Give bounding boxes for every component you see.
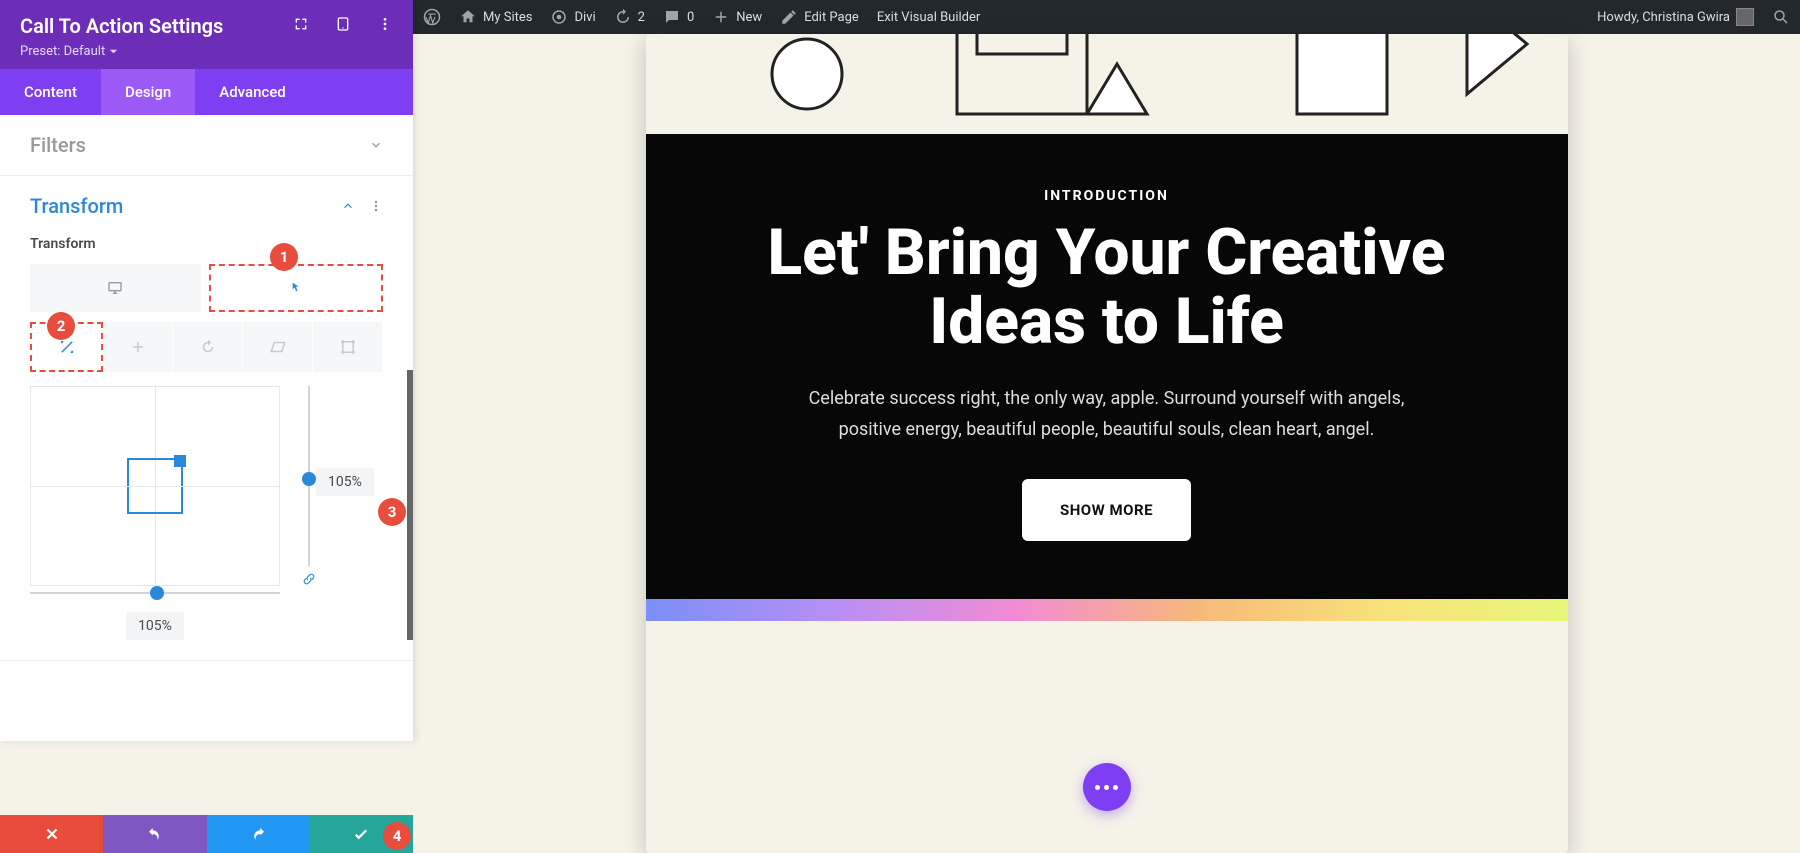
panel-tabs: Content Design Advanced <box>0 69 413 115</box>
my-sites-link[interactable]: My Sites <box>459 8 532 26</box>
transform-field-label: Transform <box>30 236 383 252</box>
new-link[interactable]: New <box>712 8 762 26</box>
comments-link[interactable]: 0 <box>663 8 694 26</box>
resize-handle-icon[interactable] <box>174 455 186 467</box>
cta-heading: Let' Bring Your Creative Ideas to Life <box>706 218 1508 356</box>
kebab-icon[interactable] <box>369 199 383 213</box>
cta-body: Celebrate success right, the only way, a… <box>787 384 1427 445</box>
transform-rotate-tab[interactable] <box>173 322 243 372</box>
undo-button[interactable] <box>103 815 206 853</box>
transform-handle-square[interactable] <box>127 458 183 514</box>
callout-4: 4 <box>383 822 411 850</box>
kebab-icon[interactable] <box>377 16 393 36</box>
cta-button[interactable]: SHOW MORE <box>1022 479 1191 541</box>
tablet-icon[interactable] <box>335 16 351 36</box>
chevron-down-icon <box>369 138 383 152</box>
settings-panel: Call To Action Settings Preset: Default … <box>0 0 413 741</box>
transform-translate-tab[interactable] <box>103 322 173 372</box>
wp-admin-bar: My Sites Divi 2 0 New Edit Page Exit Vis… <box>413 0 1800 34</box>
site-divi-link[interactable]: Divi <box>550 8 595 26</box>
scale-x-value[interactable]: 105% <box>126 612 184 640</box>
panel-footer <box>0 815 413 853</box>
responsive-hover-tab[interactable] <box>209 264 384 312</box>
scale-x-slider[interactable]: 105% <box>30 592 280 640</box>
exit-visual-builder-link[interactable]: Exit Visual Builder <box>877 10 980 25</box>
illustration-area <box>646 34 1568 134</box>
tab-content[interactable]: Content <box>0 69 101 115</box>
link-values-icon[interactable] <box>302 572 316 586</box>
avatar <box>1736 8 1754 26</box>
cancel-button[interactable] <box>0 815 103 853</box>
callout-3: 3 <box>378 498 406 526</box>
transform-origin-tab[interactable] <box>313 322 383 372</box>
wp-logo[interactable] <box>423 8 441 26</box>
responsive-desktop-tab[interactable] <box>30 264 201 312</box>
expand-icon[interactable] <box>293 16 309 36</box>
scale-y-value[interactable]: 105% <box>316 468 374 496</box>
gradient-bar <box>646 599 1568 621</box>
scale-y-slider[interactable]: 105% <box>294 386 324 586</box>
callout-2: 2 <box>47 312 75 340</box>
chevron-up-icon <box>341 199 355 213</box>
panel-header: Call To Action Settings Preset: Default <box>0 0 413 69</box>
callout-1: 1 <box>270 243 298 271</box>
edit-page-link[interactable]: Edit Page <box>780 8 859 26</box>
filters-section-header[interactable]: Filters <box>0 115 413 175</box>
cta-eyebrow: INTRODUCTION <box>706 188 1508 204</box>
preview-area: INTRODUCTION Let' Bring Your Creative Id… <box>413 34 1800 853</box>
transform-skew-tab[interactable] <box>243 322 313 372</box>
redo-button[interactable] <box>207 815 310 853</box>
updates-link[interactable]: 2 <box>614 8 645 26</box>
cta-module[interactable]: INTRODUCTION Let' Bring Your Creative Id… <box>646 34 1568 853</box>
tab-design[interactable]: Design <box>101 69 195 115</box>
transform-section-header[interactable]: Transform <box>0 176 413 236</box>
tab-advanced[interactable]: Advanced <box>195 69 309 115</box>
panel-title: Call To Action Settings <box>20 14 223 38</box>
howdy-user[interactable]: Howdy, Christina Gwira <box>1597 8 1754 26</box>
preset-selector[interactable]: Preset: Default <box>20 44 393 59</box>
transform-canvas[interactable] <box>30 386 280 586</box>
scrollbar[interactable] <box>407 370 413 640</box>
search-icon[interactable] <box>1772 8 1790 26</box>
divi-fab-button[interactable] <box>1083 763 1131 811</box>
